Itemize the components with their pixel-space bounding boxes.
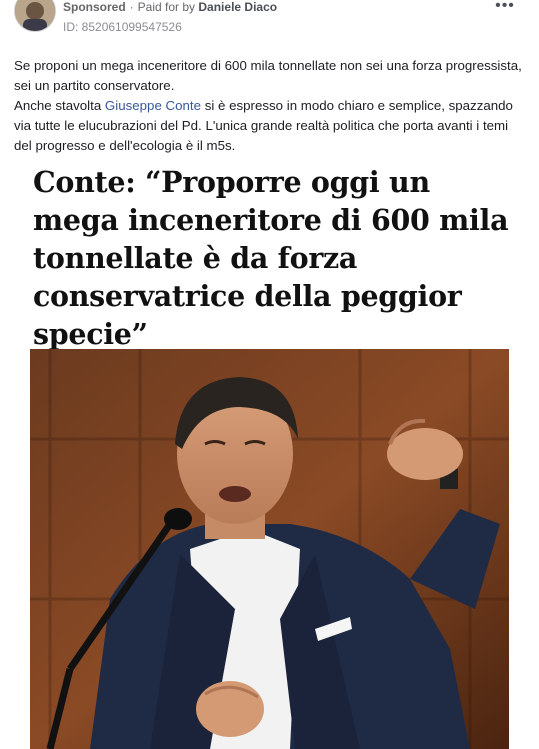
mention-link[interactable]: Giuseppe Conte [105, 98, 201, 113]
advertiser-name[interactable]: Daniele Diaco [198, 0, 277, 14]
paid-for-prefix: Paid for by [137, 0, 196, 14]
ad-id: ID: 852061099547526 [63, 20, 182, 34]
sponsored-label: Sponsored [63, 0, 126, 14]
post-text: Se proponi un mega inceneritore di 600 m… [14, 56, 529, 156]
sponsored-meta: Sponsored · Paid for by Daniele Diaco [63, 0, 278, 14]
more-horizontal-icon: ••• [495, 0, 515, 14]
speaker-photo [30, 349, 509, 749]
more-options-button[interactable]: ••• [493, 0, 517, 14]
media-headline: Conte: “Proporre oggi un mega incenerito… [33, 165, 509, 351]
post-header: Sponsored · Paid for by Daniele Diaco ID: … [0, 0, 539, 40]
post-text-line1: Se proponi un mega inceneritore di 600 m… [14, 58, 522, 93]
post-text-line2: Anche stavolta Giuseppe Conte si è espre… [14, 98, 513, 153]
advertiser-avatar[interactable] [14, 0, 56, 32]
ad-post-card: Sponsored · Paid for by Daniele Diaco ID: … [0, 0, 539, 749]
post-media[interactable]: Conte: “Proporre oggi un mega incenerito… [14, 163, 525, 749]
